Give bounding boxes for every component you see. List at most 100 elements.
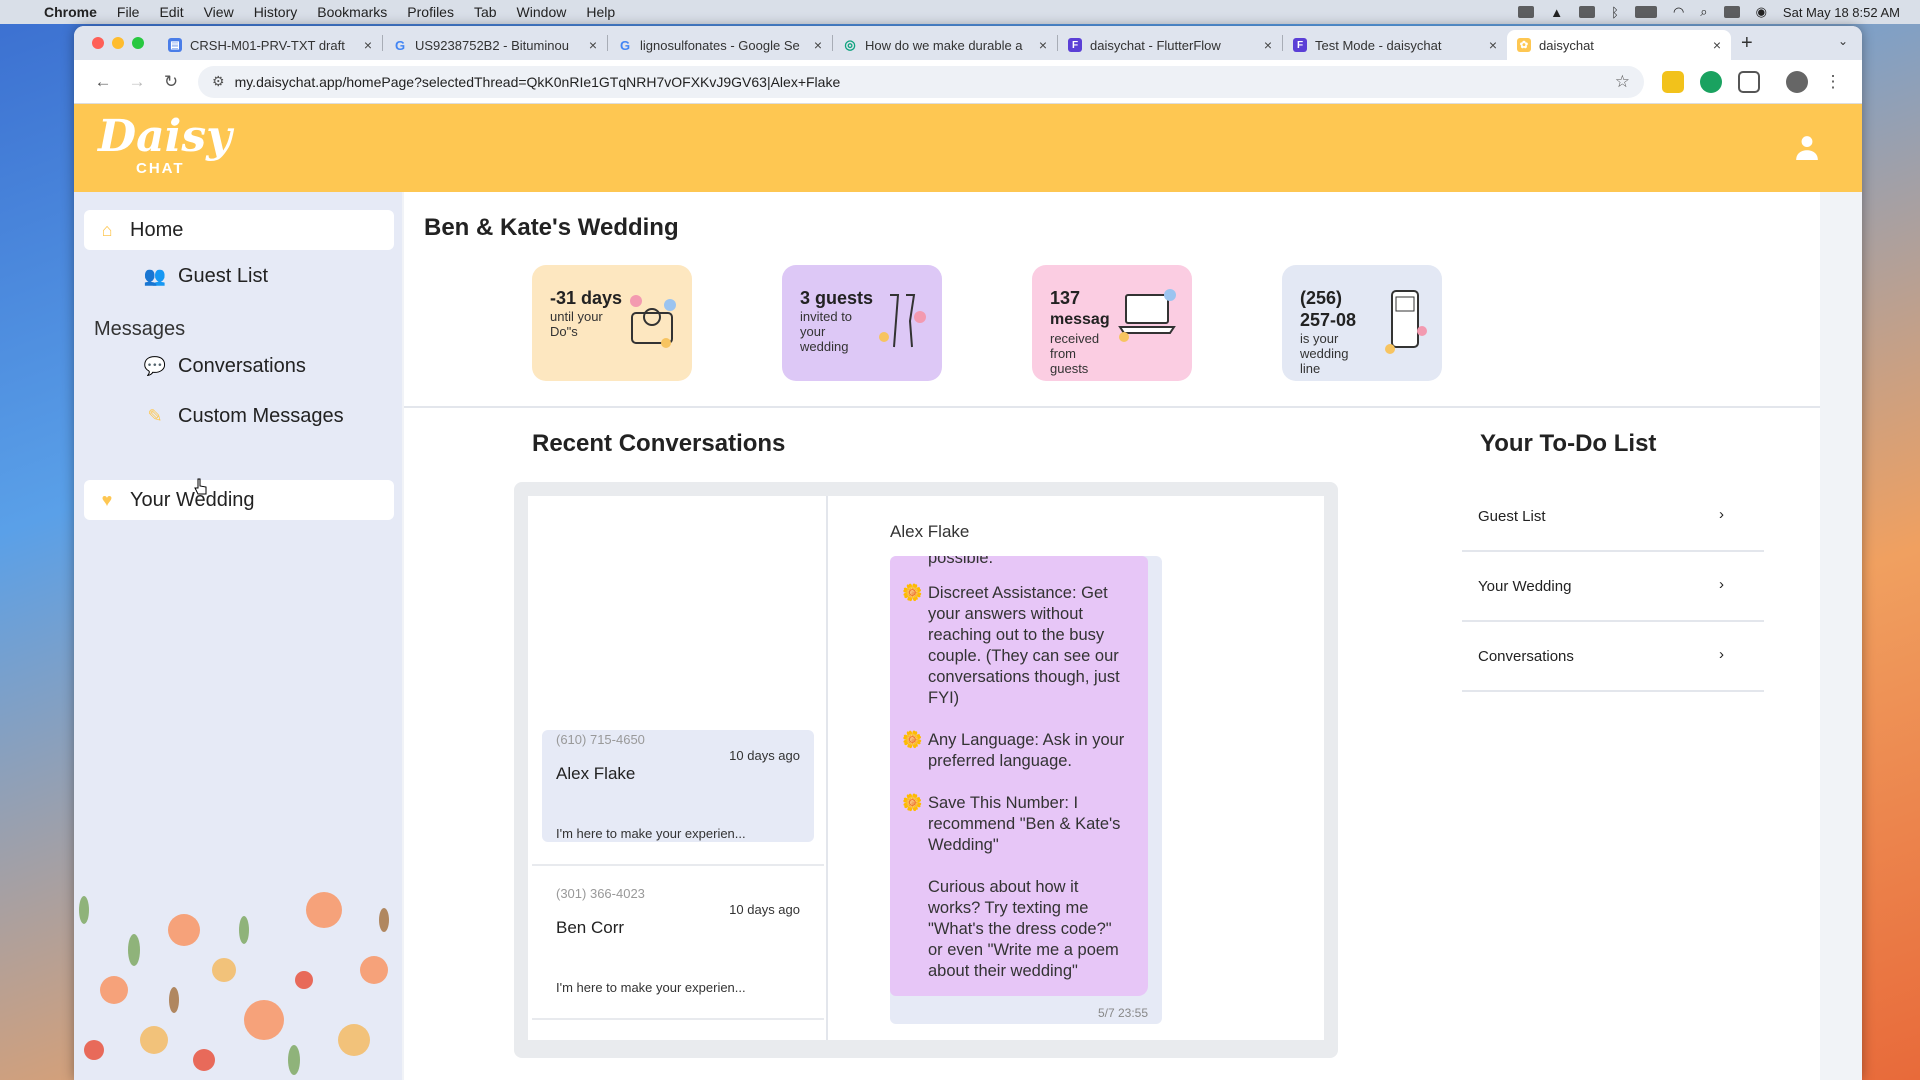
tab-lignosulfonates[interactable]: G lignosulfonates - Google Se × — [608, 30, 832, 60]
stat-card-phone[interactable]: (256) 257-08 is your wedding line — [1282, 265, 1442, 381]
sidebar-item-guest-list[interactable]: 👥 Guest List — [144, 256, 268, 296]
grammarly-icon[interactable] — [1700, 70, 1722, 93]
browser-window: ▤ CRSH-M01-PRV-TXT draft × G US9238752B2… — [74, 26, 1862, 1080]
todo-item-guest-list[interactable]: Guest List › — [1462, 482, 1764, 552]
thread-list: (610) 715-4650 10 days ago Alex Flake I'… — [528, 496, 828, 1040]
zoom-window-button[interactable] — [132, 37, 144, 49]
calendar-icon[interactable] — [1579, 6, 1596, 18]
url-bar[interactable]: ⚙ my.daisychat.app/homePage?selectedThre… — [198, 65, 1644, 98]
todo-item-your-wedding[interactable]: Your Wedding › — [1462, 552, 1764, 622]
menu-file[interactable]: File — [117, 4, 140, 20]
floral-decoration — [79, 892, 389, 1075]
stat-card-messages[interactable]: 137 messag received from guests — [1032, 265, 1192, 381]
thread-separator — [532, 864, 824, 866]
message-text: Curious about how it works? Try texting … — [928, 878, 1119, 980]
sidebar-item-label: Custom Messages — [178, 404, 344, 427]
daisychat-logo[interactable]: Daisy CHAT — [98, 112, 232, 182]
profile-avatar[interactable] — [1786, 70, 1808, 93]
close-tab-icon[interactable]: × — [1264, 37, 1272, 53]
close-tab-icon[interactable]: × — [1039, 37, 1047, 53]
todo-label: Guest List — [1478, 507, 1546, 525]
control-center-icon[interactable] — [1723, 6, 1740, 18]
tab-durable[interactable]: ◎ How do we make durable a × — [833, 30, 1057, 60]
menu-edit[interactable]: Edit — [159, 4, 183, 20]
wifi-icon[interactable]: ◠ — [1673, 4, 1684, 20]
close-window-button[interactable] — [92, 37, 104, 49]
menubar-clock[interactable]: Sat May 18 8:52 AM — [1783, 5, 1900, 20]
sidebar-item-home[interactable]: ⌂ Home — [84, 210, 394, 250]
sidebar-item-custom-messages[interactable]: ✎ Custom Messages — [144, 396, 344, 436]
close-tab-icon[interactable]: × — [814, 37, 822, 53]
message-fragment: possible. — [928, 556, 994, 567]
drive-icon[interactable]: ▲ — [1550, 5, 1563, 20]
sidebar-item-label: Conversations — [178, 354, 306, 377]
todo-item-conversations[interactable]: Conversations › — [1462, 622, 1764, 692]
url-text[interactable]: my.daisychat.app/homePage?selectedThread… — [235, 74, 1615, 90]
people-icon: 👥 — [143, 265, 167, 286]
tab-flutterflow[interactable]: F daisychat - FlutterFlow × — [1058, 30, 1282, 60]
google-icon: G — [619, 37, 631, 53]
close-tab-icon[interactable]: × — [364, 37, 372, 53]
tab-test-mode[interactable]: F Test Mode - daisychat × — [1283, 30, 1507, 60]
creative-cloud-icon[interactable] — [1518, 6, 1535, 18]
thread-item-selected[interactable]: (610) 715-4650 10 days ago Alex Flake I'… — [542, 730, 814, 842]
stat-label: until your Do"s — [550, 309, 603, 339]
account-icon[interactable] — [1794, 134, 1820, 160]
todo-label: Conversations — [1478, 647, 1574, 665]
menubar-status-area: ▲ ᛒ ◠ ⌕ ◉ Sat May 18 8:52 AM — [1518, 0, 1900, 24]
extension-icon[interactable] — [1662, 70, 1684, 93]
menu-tab[interactable]: Tab — [474, 4, 497, 20]
todo-label: Your Wedding — [1478, 577, 1572, 595]
sidebar-item-conversations[interactable]: 💬 Conversations — [144, 346, 306, 386]
sidebar-item-your-wedding[interactable]: ♥ Your Wedding — [84, 480, 394, 520]
bluetooth-icon[interactable]: ᛒ — [1611, 5, 1619, 20]
message-text: Discreet Assistance: Get your answers wi… — [928, 584, 1120, 707]
chatgpt-icon: ◎ — [844, 37, 856, 52]
header-divider — [404, 406, 1820, 408]
pencil-icon: ✎ — [147, 405, 163, 426]
forward-arrow-icon[interactable]: → — [120, 72, 154, 92]
message-bubble[interactable]: possible. 🌼 Discreet Assistance: Get your… — [890, 556, 1148, 996]
tab-crsh-draft[interactable]: ▤ CRSH-M01-PRV-TXT draft × — [158, 30, 382, 60]
message-bubble-container: possible. 🌼 Discreet Assistance: Get your… — [890, 556, 1162, 1024]
new-tab-icon[interactable]: + — [1741, 32, 1753, 55]
menu-window[interactable]: Window — [517, 4, 567, 20]
tab-title: daisychat - FlutterFlow — [1090, 37, 1221, 53]
menu-bookmarks[interactable]: Bookmarks — [317, 4, 387, 20]
stat-card-countdown[interactable]: -31 days until your Do"s — [532, 265, 692, 381]
spotlight-search-icon[interactable]: ⌕ — [1700, 4, 1707, 20]
sidebar-item-label: Your Wedding — [130, 488, 255, 511]
reload-icon[interactable]: ↻ — [154, 72, 188, 92]
recent-conversations-title: Recent Conversations — [532, 430, 786, 457]
battery-icon[interactable] — [1634, 6, 1657, 18]
sunflower-icon: 🌼 — [902, 794, 923, 812]
site-info-icon[interactable]: ⚙ — [212, 73, 225, 90]
menu-view[interactable]: View — [204, 4, 234, 20]
menu-history[interactable]: History — [254, 4, 298, 20]
menu-app-name[interactable]: Chrome — [44, 4, 97, 20]
menu-profiles[interactable]: Profiles — [407, 4, 454, 20]
close-tab-icon[interactable]: × — [589, 37, 597, 53]
flutterflow-icon: F — [1068, 38, 1082, 52]
more-menu-icon[interactable]: ⋮ — [1816, 72, 1850, 92]
close-tab-icon[interactable]: × — [1489, 37, 1497, 53]
minimize-window-button[interactable] — [112, 37, 124, 49]
siri-icon[interactable]: ◉ — [1756, 4, 1767, 20]
message-paragraph: 🌼 Any Language: Ask in your preferred lan… — [902, 730, 1130, 772]
extensions-puzzle-icon[interactable] — [1738, 70, 1760, 93]
thread-separator — [532, 1018, 824, 1020]
tab-search-chevron-icon[interactable]: ⌄ — [1838, 34, 1848, 48]
back-arrow-icon[interactable]: ← — [86, 72, 120, 92]
daisy-icon: ✿ — [1517, 38, 1531, 52]
sunflower-icon: 🌼 — [902, 731, 923, 749]
stat-card-guests[interactable]: 3 guests invited to your wedding — [782, 265, 942, 381]
thread-item[interactable]: (301) 366-4023 10 days ago Ben Corr I'm … — [542, 884, 814, 996]
close-tab-icon[interactable]: × — [1713, 37, 1721, 53]
tab-daisychat[interactable]: ✿ daisychat × — [1507, 30, 1731, 60]
thread-time: 10 days ago — [729, 748, 800, 763]
message-timestamp: 5/7 23:55 — [1097, 1006, 1148, 1020]
bookmark-star-icon[interactable]: ☆ — [1615, 72, 1630, 92]
tab-title: daisychat — [1539, 37, 1594, 53]
tab-us9238752b2[interactable]: G US9238752B2 - Bituminou × — [383, 30, 607, 60]
menu-help[interactable]: Help — [586, 4, 615, 20]
